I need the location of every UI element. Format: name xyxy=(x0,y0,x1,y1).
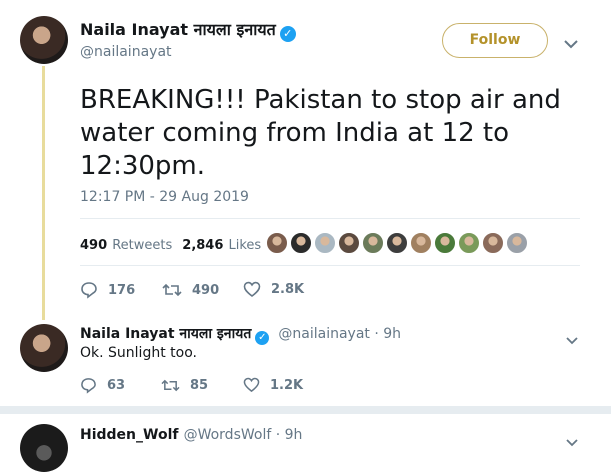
tweet-text-line: 12:30pm. xyxy=(80,151,206,181)
next-chevron-icon[interactable] xyxy=(566,432,578,451)
reply-author-avatar[interactable] xyxy=(20,324,68,372)
liker-avatar[interactable] xyxy=(314,232,336,254)
liker-avatar[interactable] xyxy=(266,232,288,254)
retweet-count: 490 xyxy=(192,282,220,298)
liker-avatar[interactable] xyxy=(410,232,432,254)
likes-count: 2,846 xyxy=(182,238,224,253)
reply-like-count: 1.2K xyxy=(270,377,304,393)
tweet-stats: 490 Retweets 2,846 Likes xyxy=(80,234,261,253)
divider xyxy=(80,265,580,266)
reply-retweet-count: 85 xyxy=(190,378,209,393)
liker-avatar[interactable] xyxy=(482,232,504,254)
tweet-separator xyxy=(0,406,611,414)
tweet-text-line: water coming from India at 12 to xyxy=(80,118,510,148)
author-display-name[interactable]: Naila Inayat नायला इनायत xyxy=(80,20,276,39)
like-count: 2.8K xyxy=(271,282,305,297)
likes-stat[interactable]: 2,846 Likes xyxy=(182,234,261,253)
author-header[interactable]: Naila Inayat नायला इनायत ✓ xyxy=(80,18,296,42)
next-handle-time[interactable]: @WordsWolf · 9h xyxy=(184,427,303,443)
more-options-chevron-icon[interactable] xyxy=(564,34,578,53)
retweets-count: 490 xyxy=(80,238,108,253)
reply-chevron-icon[interactable] xyxy=(566,330,578,349)
liker-avatar[interactable] xyxy=(434,232,456,254)
reply-count: 176 xyxy=(108,282,136,298)
heart-icon xyxy=(243,377,260,393)
liker-avatar[interactable] xyxy=(290,232,312,254)
author-avatar[interactable] xyxy=(20,16,68,64)
thread-line xyxy=(42,66,45,320)
reply-reply-action[interactable]: 63 xyxy=(80,377,125,394)
liker-avatar[interactable] xyxy=(386,232,408,254)
like-action[interactable]: 2.8K xyxy=(243,281,304,298)
reply-retweet-action[interactable]: 85 xyxy=(161,377,208,394)
retweets-stat[interactable]: 490 Retweets xyxy=(80,234,172,253)
liker-avatar[interactable] xyxy=(506,232,528,254)
reply-icon xyxy=(81,378,96,394)
retweet-action[interactable]: 490 xyxy=(162,281,219,299)
retweet-icon xyxy=(162,283,182,297)
likes-label: Likes xyxy=(228,238,262,253)
author-handle[interactable]: @nailainayat xyxy=(80,44,172,60)
reply-header: Naila Inayat नायला इनायत ✓ @nailainayat ·… xyxy=(80,323,401,345)
reply-text: Ok. Sunlight too. xyxy=(80,345,197,361)
next-tweet-header: Hidden_Wolf @WordsWolf · 9h xyxy=(80,424,302,443)
reply-icon xyxy=(81,282,97,299)
retweet-icon xyxy=(161,379,180,392)
divider xyxy=(80,218,580,219)
tweet-timestamp[interactable]: 12:17 PM - 29 Aug 2019 xyxy=(80,189,249,205)
liker-avatar[interactable] xyxy=(458,232,480,254)
liker-avatar[interactable] xyxy=(338,232,360,254)
tweet-text: BREAKING!!! Pakistan to stop air and wat… xyxy=(80,84,580,183)
verified-badge-icon: ✓ xyxy=(255,331,270,345)
next-display-name[interactable]: Hidden_Wolf xyxy=(80,427,178,443)
reply-reply-count: 63 xyxy=(107,378,126,393)
reply-like-action[interactable]: 1.2K xyxy=(243,377,303,393)
follow-button[interactable]: Follow xyxy=(442,23,548,58)
liker-avatars[interactable] xyxy=(266,232,528,254)
reply-action[interactable]: 176 xyxy=(80,281,135,299)
heart-icon xyxy=(243,281,261,298)
verified-badge-icon: ✓ xyxy=(279,26,296,42)
reply-display-name[interactable]: Naila Inayat नायला इनायत xyxy=(80,326,251,342)
tweet-text-line: BREAKING!!! Pakistan to stop air and xyxy=(80,85,561,115)
retweets-label: Retweets xyxy=(112,238,173,253)
next-author-avatar[interactable] xyxy=(20,424,68,472)
liker-avatar[interactable] xyxy=(362,232,384,254)
reply-handle-time[interactable]: @nailainayat · 9h xyxy=(278,326,401,342)
